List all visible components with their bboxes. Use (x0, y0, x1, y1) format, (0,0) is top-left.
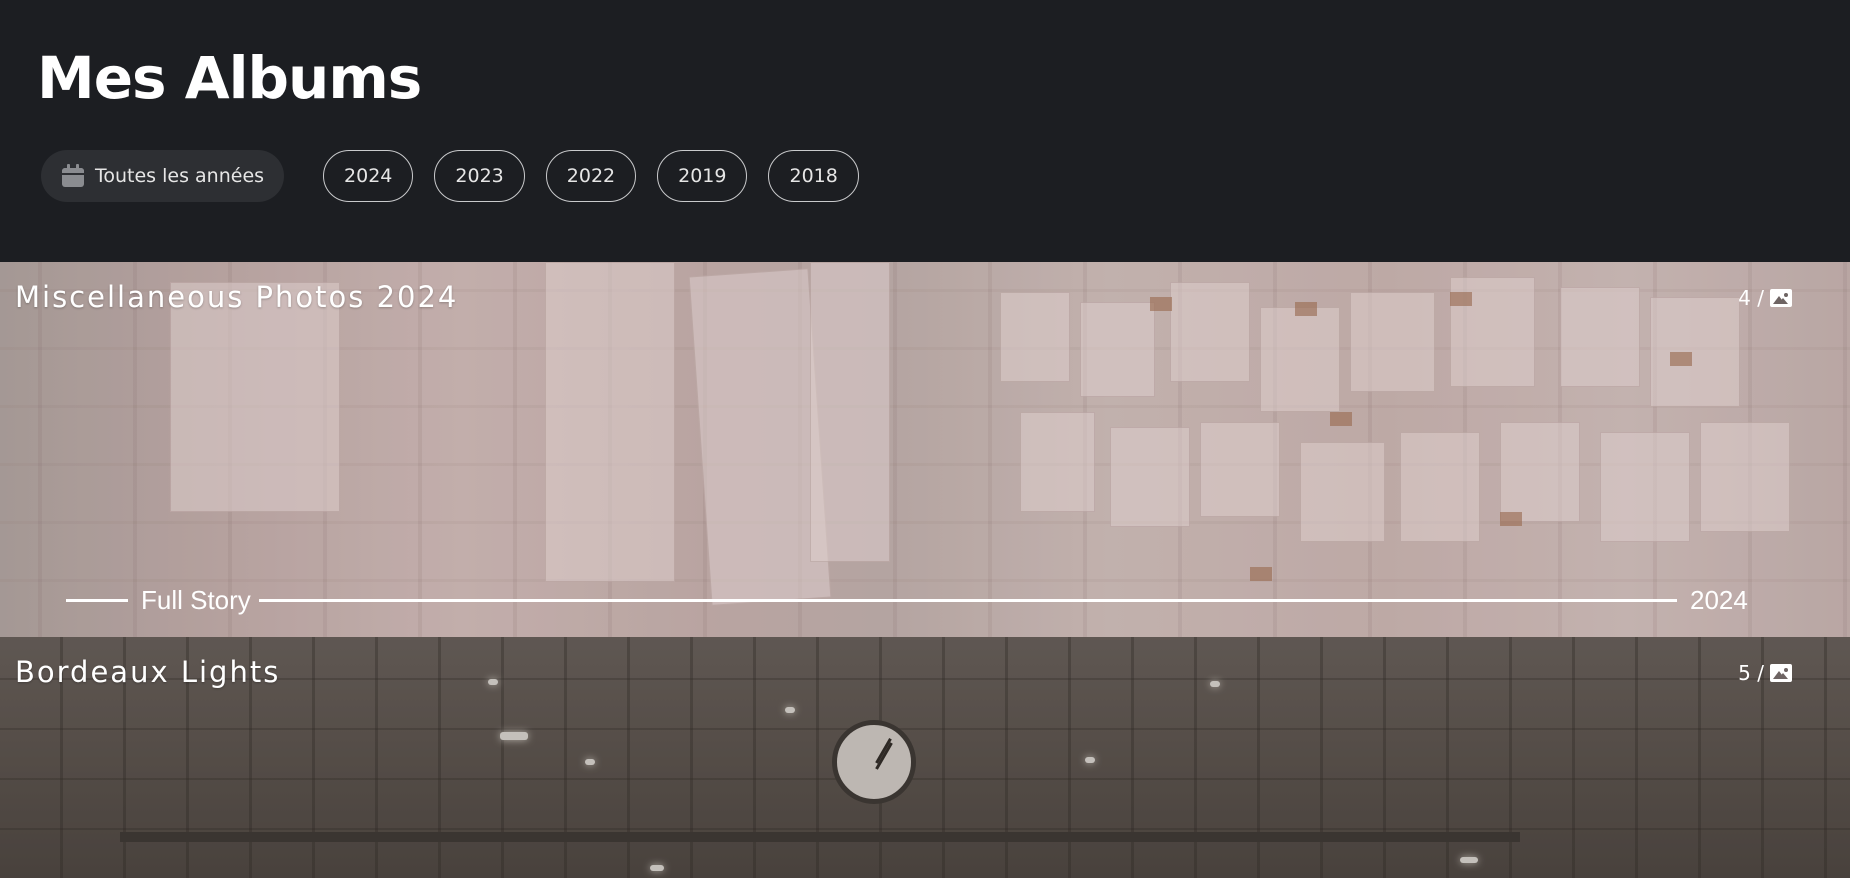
album-title: Bordeaux Lights (15, 655, 281, 689)
timeline-line-left (66, 599, 128, 602)
album-story-timeline: Full Story 2024 (66, 585, 1748, 616)
page-title: Mes Albums (37, 44, 422, 112)
year-filter-2019[interactable]: 2019 (657, 150, 748, 202)
page-header: Mes Albums Toutes les années 2024 2023 2… (0, 0, 1850, 262)
full-story-link[interactable]: Full Story (141, 585, 251, 616)
album-photo-count: 5 / (1738, 661, 1792, 685)
album-title: Miscellaneous Photos 2024 (15, 280, 459, 314)
album-count-text: 5 / (1738, 661, 1764, 685)
timeline-line-right (259, 599, 1677, 602)
year-pill-list: 2024 2023 2022 2019 2018 (323, 150, 859, 202)
all-years-label: Toutes les années (95, 165, 265, 187)
calendar-icon (61, 164, 85, 188)
album-card-bordeaux-lights[interactable]: Bordeaux Lights 5 / (0, 637, 1850, 878)
year-filter-2022[interactable]: 2022 (545, 150, 637, 202)
image-icon (1770, 289, 1792, 307)
timeline-year: 2024 (1690, 585, 1748, 615)
album-count-text: 4 / (1738, 286, 1764, 310)
album-cover-image (0, 262, 1850, 637)
album-card-miscellaneous[interactable]: Miscellaneous Photos 2024 4 / Full Story… (0, 262, 1850, 637)
album-photo-count: 4 / (1738, 286, 1792, 310)
all-years-filter-button[interactable]: Toutes les années (41, 150, 285, 202)
image-icon (1770, 664, 1792, 682)
year-filter-2018[interactable]: 2018 (768, 150, 859, 202)
year-filter-2023[interactable]: 2023 (434, 150, 525, 202)
year-filters: Toutes les années 2024 2023 2022 2019 20… (41, 150, 859, 202)
year-filter-2024[interactable]: 2024 (323, 150, 414, 202)
